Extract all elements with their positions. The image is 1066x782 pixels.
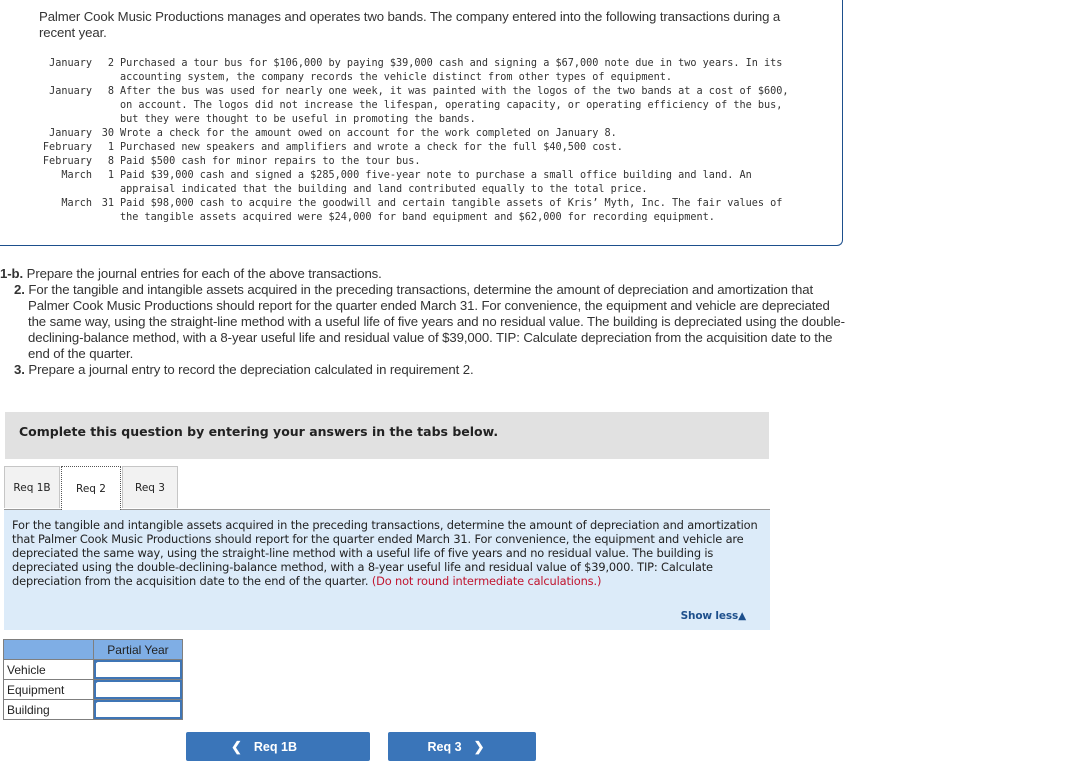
- requirement-text: Prepare the journal entries for each of …: [26, 266, 382, 281]
- next-req-3-button[interactable]: Req 3 ❯: [388, 732, 536, 761]
- complete-question-banner: Complete this question by entering your …: [5, 412, 769, 459]
- transaction-description: Paid $98,000 cash to acquire the goodwil…: [120, 198, 783, 223]
- instructions-panel: For the tangible and intangible assets a…: [4, 510, 770, 630]
- transaction-row: January 2 Purchased a tour bus for $106,…: [42, 57, 800, 85]
- equipment-cell: [93, 679, 183, 700]
- transaction-description: Paid $500 cash for minor repairs to the …: [120, 156, 421, 167]
- transaction-description: Wrote a check for the amount owed on acc…: [120, 128, 617, 139]
- transaction-row: February 8 Paid $500 cash for minor repa…: [42, 155, 800, 169]
- equipment-partial-year-input[interactable]: [94, 680, 182, 699]
- rounding-warning: (Do not round intermediate calculations.…: [371, 574, 602, 588]
- transaction-description: After the bus was used for nearly one we…: [120, 86, 789, 125]
- transaction-month: March: [61, 170, 92, 181]
- tab-req-1b[interactable]: Req 1B: [4, 466, 60, 508]
- transaction-month: January: [49, 128, 92, 139]
- input-flag-icon: [95, 681, 99, 684]
- row-label-equipment: Equipment: [3, 679, 94, 700]
- requirement-label: 1-b.: [0, 266, 24, 281]
- transaction-day: 1: [107, 142, 114, 153]
- transaction-day: 1: [107, 170, 114, 181]
- transaction-month: February: [42, 142, 92, 153]
- row-label-building: Building: [3, 699, 94, 720]
- transaction-description: Purchased new speakers and amplifiers an…: [120, 142, 623, 153]
- transaction-day: 31: [101, 198, 114, 209]
- chevron-left-icon: ❮: [231, 738, 242, 754]
- table-header-row: Partial Year: [3, 639, 183, 660]
- depreciation-answer-table: Partial Year Vehicle Equipment Building: [3, 639, 183, 720]
- transaction-day: 8: [107, 156, 114, 167]
- transaction-row: January 30 Wrote a check for the amount …: [42, 127, 800, 141]
- transaction-day: 8: [107, 86, 114, 97]
- row-label-vehicle: Vehicle: [3, 659, 94, 680]
- requirement-1b: 1-b. Prepare the journal entries for eac…: [0, 266, 850, 282]
- requirement-text: For the tangible and intangible assets a…: [28, 282, 845, 361]
- transaction-description: Paid $39,000 cash and signed a $285,000 …: [120, 170, 752, 195]
- requirement-3: 3. Prepare a journal entry to record the…: [0, 362, 850, 378]
- tab-req-2[interactable]: Req 2: [61, 466, 121, 510]
- column-header-partial-year: Partial Year: [93, 639, 183, 660]
- problem-intro: Palmer Cook Music Productions manages an…: [39, 9, 781, 40]
- requirement-label: 3.: [14, 362, 25, 377]
- building-partial-year-input[interactable]: [94, 700, 182, 719]
- table-row: Vehicle: [3, 659, 183, 680]
- requirements-list: 1-b. Prepare the journal entries for eac…: [0, 266, 850, 378]
- triangle-up-icon: ▲: [738, 610, 746, 622]
- vehicle-cell: [93, 659, 183, 680]
- requirement-label: 2.: [14, 282, 25, 297]
- tab-req-3[interactable]: Req 3: [122, 466, 178, 508]
- requirement-text: Prepare a journal entry to record the de…: [28, 362, 474, 377]
- table-row: Equipment: [3, 679, 183, 700]
- transaction-row: March 1 Paid $39,000 cash and signed a $…: [42, 169, 800, 197]
- transaction-row: January 8 After the bus was used for nea…: [42, 85, 800, 127]
- transaction-day: 30: [101, 128, 114, 139]
- transaction-day: 2: [107, 58, 114, 69]
- prev-button-label: Req 1B: [253, 739, 297, 754]
- next-button-label: Req 3: [427, 739, 462, 754]
- show-less-link[interactable]: Show less▲: [680, 609, 747, 623]
- input-flag-icon: [95, 661, 99, 664]
- transaction-row: February 1 Purchased new speakers and am…: [42, 141, 800, 155]
- transaction-description: Purchased a tour bus for $106,000 by pay…: [120, 58, 783, 83]
- transaction-row: March 31 Paid $98,000 cash to acquire th…: [42, 197, 800, 225]
- transaction-month: January: [49, 58, 92, 69]
- prev-req-1b-button[interactable]: ❮ Req 1B: [186, 732, 370, 761]
- requirement-2: 2. For the tangible and intangible asset…: [0, 282, 850, 362]
- show-less-label: Show less: [680, 610, 739, 622]
- requirement-tabs: Req 1B Req 2 Req 3: [4, 466, 770, 510]
- table-corner-header: [3, 639, 94, 660]
- transaction-month: March: [61, 198, 92, 209]
- transactions-table: January 2 Purchased a tour bus for $106,…: [42, 57, 800, 225]
- building-cell: [93, 699, 183, 720]
- vehicle-partial-year-input[interactable]: [94, 660, 182, 679]
- input-flag-icon: [95, 701, 99, 704]
- table-row: Building: [3, 699, 183, 720]
- transaction-month: February: [42, 156, 92, 167]
- transaction-month: January: [49, 86, 92, 97]
- chevron-right-icon: ❯: [473, 738, 485, 754]
